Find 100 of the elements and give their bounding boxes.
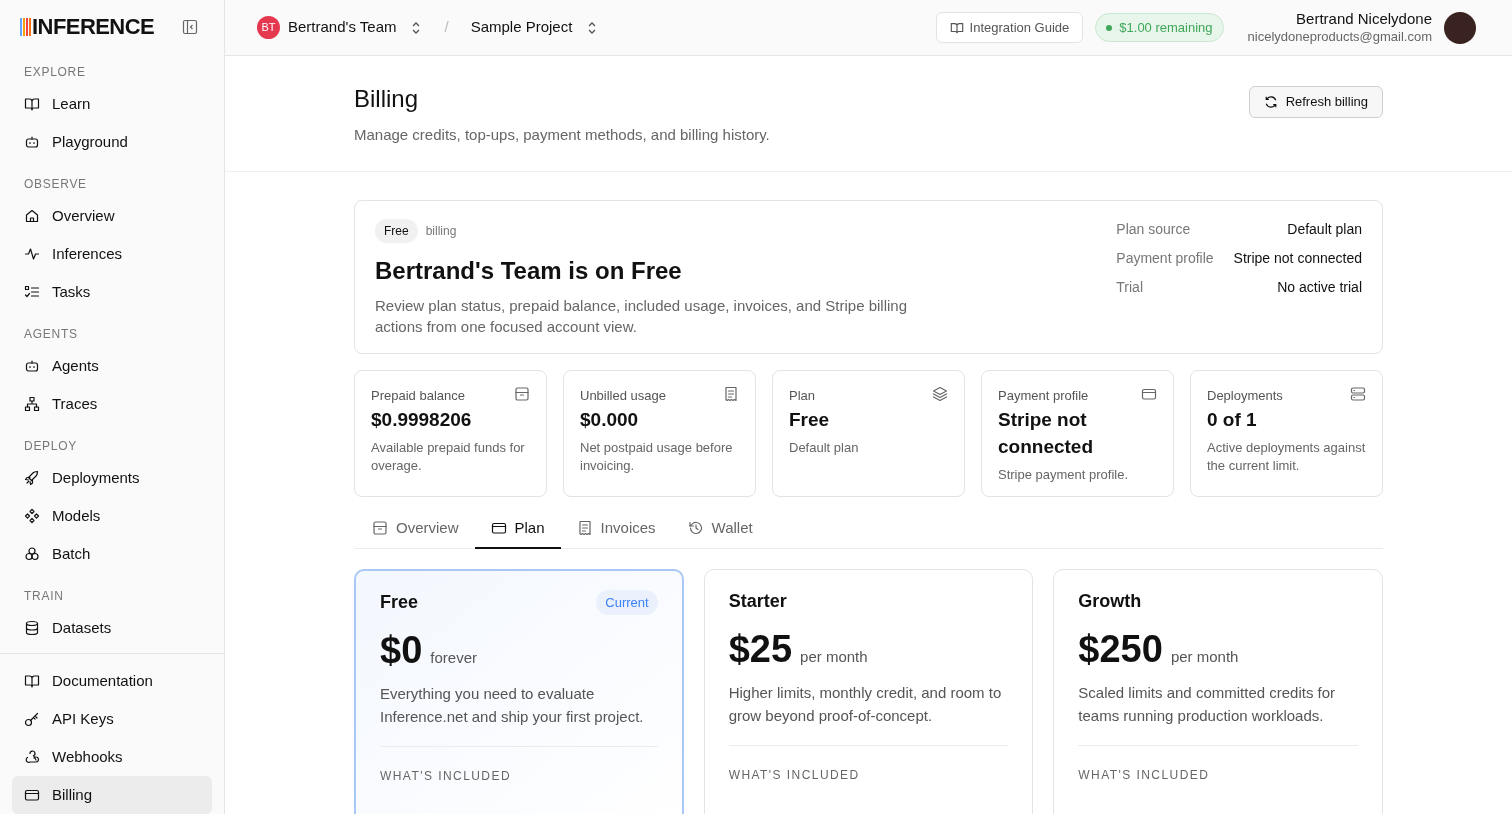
logo-stripes-icon — [20, 17, 32, 36]
sidebar-item[interactable]: Documentation — [12, 662, 212, 700]
key-icon — [24, 711, 40, 727]
sidebar-item[interactable]: Billing — [12, 776, 212, 814]
sidebar-item[interactable]: Playground — [12, 123, 212, 161]
tab[interactable]: Overview — [356, 509, 475, 549]
rocket-icon — [24, 470, 40, 486]
plan-name: Starter — [728, 590, 787, 613]
breadcrumb-separator: / — [444, 17, 449, 38]
detail-value: Stripe not connected — [1233, 248, 1362, 268]
stat-note: Default plan — [789, 439, 860, 457]
detail-value: No active trial — [1276, 277, 1362, 297]
page-title: Billing — [354, 84, 420, 114]
hierarchy-icon — [24, 396, 40, 412]
section-heading: EXPLORE — [23, 64, 87, 81]
credit-card-icon — [490, 520, 507, 536]
stat-label: Prepaid balance — [371, 386, 465, 405]
detail-value: Default plan — [1286, 219, 1362, 239]
section-heading: AGENTS — [23, 326, 79, 343]
stat-value: Free — [789, 408, 831, 432]
book-icon — [24, 673, 40, 689]
sidebar-toggle-icon[interactable] — [182, 18, 198, 35]
logo-text: INFERENCE — [32, 15, 155, 38]
current-badge: Current — [596, 589, 658, 616]
sidebar-item[interactable]: Models — [12, 497, 212, 535]
plan-price: $25 — [728, 627, 793, 672]
plan-period: forever — [430, 648, 477, 668]
team-switcher[interactable]: Bertrand's Team — [288, 16, 397, 39]
integration-guide-button[interactable]: Integration Guide — [935, 12, 1084, 43]
section-heading: DEPLOY — [23, 438, 78, 455]
stat-note: Stripe payment profile. — [998, 466, 1130, 484]
stat-label: Unbilled usage — [580, 386, 666, 405]
tab[interactable]: Plan — [474, 509, 561, 549]
sidebar-item[interactable]: Traces — [12, 385, 212, 423]
page-subtitle: Manage credits, top-ups, payment methods, and billing history. — [354, 125, 770, 145]
stat-value: $0.000 — [580, 408, 640, 432]
detail-label: Plan source — [1116, 219, 1192, 239]
stat-label: Deployments — [1207, 386, 1283, 405]
diamonds-icon — [24, 508, 40, 524]
refresh-icon — [1263, 95, 1278, 109]
sidebar-item[interactable]: Learn — [12, 85, 212, 123]
plan-period: per month — [1170, 647, 1239, 667]
plan-description: Scaled limits and committed credits for teams running production workloads. — [1078, 683, 1337, 726]
sidebar-item[interactable]: Tasks — [12, 273, 212, 311]
credit-card-icon — [24, 787, 40, 803]
stat-value: 0 of 1 — [1207, 408, 1258, 432]
project-switcher[interactable]: Sample Project — [470, 16, 573, 39]
book-icon — [949, 20, 964, 35]
detail-label: Payment profile — [1116, 248, 1214, 268]
detail-label: Trial — [1116, 277, 1144, 297]
circles-icon — [24, 546, 40, 562]
refresh-billing-button[interactable]: Refresh billing — [1248, 86, 1383, 118]
activity-icon — [24, 246, 40, 262]
robot-icon — [24, 358, 40, 374]
receipt-icon — [576, 520, 593, 536]
stat-value: Stripe not connected — [998, 408, 1095, 459]
archive-icon — [372, 520, 388, 536]
included-heading: WHAT'S INCLUDED — [728, 768, 860, 782]
sidebar-item[interactable]: Inferences — [12, 235, 212, 273]
stat-note: Available prepaid funds for overage. — [371, 439, 526, 475]
plan-price: $0 — [380, 628, 423, 673]
history-icon — [687, 520, 704, 536]
stat-note: Net postpaid usage before invoicing. — [580, 439, 734, 475]
sidebar-item[interactable]: Webhooks — [12, 738, 212, 776]
server-icon — [1350, 385, 1366, 402]
plan-period: per month — [800, 647, 868, 667]
sidebar-item[interactable]: API Keys — [12, 700, 212, 738]
layers-icon — [932, 385, 948, 402]
section-heading: TRAIN — [23, 588, 65, 605]
badge-caption: billing — [425, 222, 457, 240]
sidebar-item[interactable]: Overview — [12, 197, 212, 235]
included-heading: WHAT'S INCLUDED — [380, 769, 511, 783]
summary-description: Review plan status, prepaid balance, included usage, invoices, and Stripe billing actions from one focused account view. — [375, 295, 908, 337]
database-icon — [24, 620, 40, 636]
plan-name: Growth — [1078, 590, 1142, 613]
plan-badge: Free — [375, 218, 418, 243]
plan-price: $250 — [1078, 627, 1163, 672]
stat-value: $0.9998206 — [371, 408, 473, 432]
book-icon — [24, 96, 40, 112]
plan-description: Everything you need to evaluate Inference.net and ship your first project. — [380, 684, 645, 727]
robot-icon — [24, 134, 40, 150]
summary-heading: Bertrand's Team is on Free — [375, 255, 683, 286]
user-avatar[interactable] — [1444, 11, 1476, 44]
user-email: nicelydoneproducts@gmail.com — [1247, 28, 1432, 45]
sidebar-item[interactable]: Agents — [12, 347, 212, 385]
team-avatar: BT — [257, 16, 280, 39]
home-icon — [24, 208, 40, 224]
sidebar-item[interactable]: Deployments — [12, 459, 212, 497]
section-heading: OBSERVE — [23, 176, 88, 193]
sidebar-item[interactable]: Datasets — [12, 609, 212, 647]
sidebar-item[interactable]: Batch — [12, 535, 212, 573]
included-heading: WHAT'S INCLUDED — [1078, 768, 1210, 782]
receipt-icon — [723, 385, 739, 402]
stat-note: Active deployments against the current limit. — [1207, 439, 1366, 475]
tab[interactable]: Invoices — [560, 509, 672, 549]
user-name: Bertrand Nicelydone — [1296, 10, 1432, 29]
stat-label: Plan — [789, 386, 816, 405]
tab[interactable]: Wallet — [671, 509, 769, 549]
checklist-icon — [24, 284, 40, 300]
plan-description: Higher limits, monthly credit, and room to grow beyond proof-of-concept. — [728, 683, 1003, 726]
